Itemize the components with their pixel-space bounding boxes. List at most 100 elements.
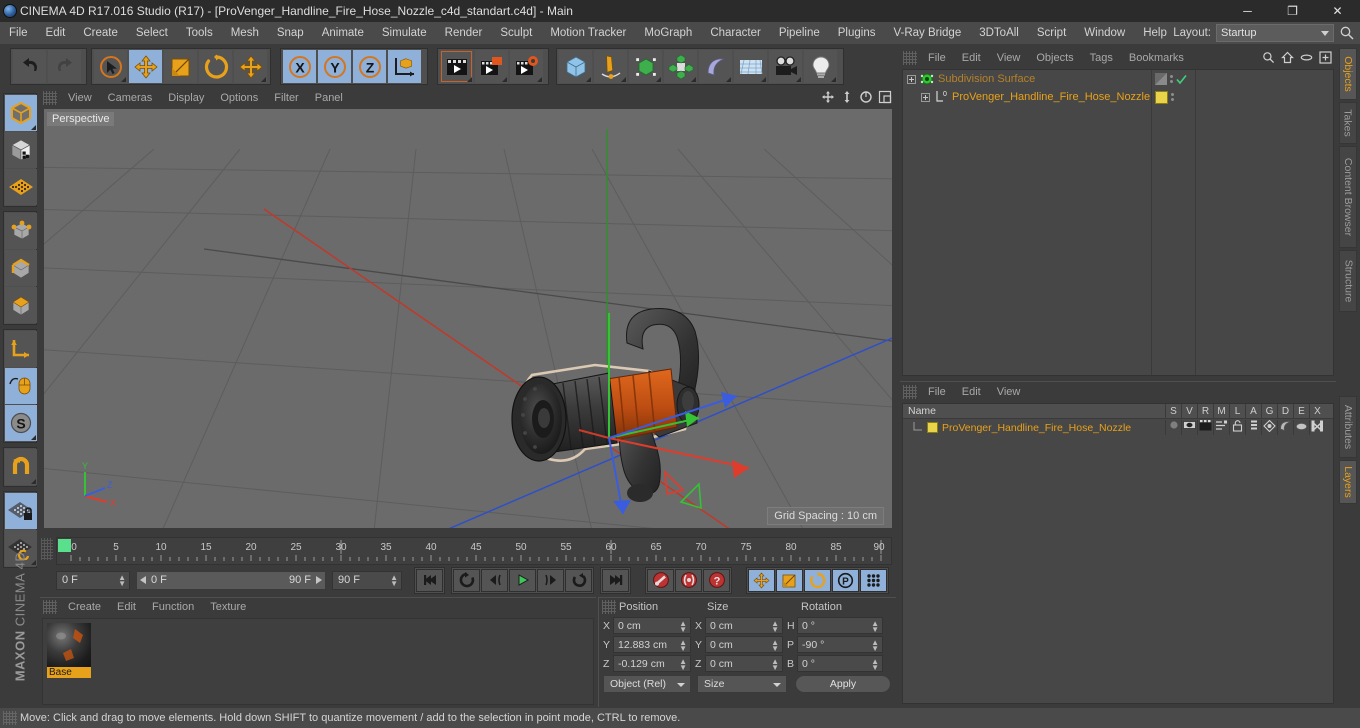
- play-button[interactable]: [509, 568, 536, 592]
- object-tree[interactable]: Subdivision Surface 0 ProVenger_Handline…: [902, 69, 1334, 376]
- menu-plugins[interactable]: Plugins: [829, 22, 885, 44]
- tab-takes[interactable]: Takes: [1339, 102, 1357, 144]
- texture-mode-button[interactable]: [5, 169, 37, 205]
- tab-attributes[interactable]: Attributes: [1339, 396, 1357, 458]
- spinner-icon[interactable]: ▲ ▼: [771, 639, 779, 653]
- cell-m[interactable]: [1213, 420, 1229, 435]
- material-menu-function[interactable]: Function: [144, 598, 202, 616]
- material-tag-icon[interactable]: [1155, 90, 1168, 104]
- object-dots-icon[interactable]: [1171, 93, 1174, 101]
- pan-view-icon[interactable]: [821, 90, 835, 104]
- object-row-fire-hose-nozzle[interactable]: 0 ProVenger_Handline_Fire_Hose_Nozzle: [903, 88, 1333, 106]
- current-frame-field[interactable]: 0 F ▲ ▼: [56, 570, 130, 590]
- menu-edit[interactable]: Edit: [37, 22, 75, 44]
- timeline-ruler[interactable]: 0 5 10 15 20 25 30 35 40 45 50 55 60 65 70 75 80 85 90: [56, 537, 892, 565]
- play-reverse-loop-button[interactable]: [453, 568, 480, 592]
- tab-layers[interactable]: Layers: [1339, 460, 1357, 504]
- menu-select[interactable]: Select: [127, 22, 177, 44]
- spinner-icon[interactable]: ▲ ▼: [390, 573, 398, 587]
- object-menu-tags[interactable]: Tags: [1082, 48, 1121, 68]
- menu-create[interactable]: Create: [74, 22, 127, 44]
- attribute-menu-edit[interactable]: Edit: [954, 382, 989, 402]
- add-cube-button[interactable]: [559, 50, 592, 83]
- size-y-field[interactable]: 0 cm ▲ ▼: [705, 636, 783, 653]
- position-key-button[interactable]: [748, 568, 775, 592]
- range-right-arrow-icon[interactable]: [314, 576, 322, 584]
- panel-grip-icon[interactable]: [602, 600, 616, 614]
- range-left-arrow-icon[interactable]: [140, 576, 148, 584]
- panel-grip-icon[interactable]: [43, 600, 57, 614]
- menu-tools[interactable]: Tools: [177, 22, 222, 44]
- menu-character[interactable]: Character: [701, 22, 770, 44]
- menu-3dtoall[interactable]: 3DToAll: [970, 22, 1028, 44]
- render-settings-button[interactable]: [510, 50, 543, 83]
- coordinate-mode-dropdown[interactable]: Object (Rel): [603, 675, 691, 693]
- add-deformer-button[interactable]: [699, 50, 732, 83]
- model-mode-button[interactable]: [5, 132, 37, 168]
- ellipse-icon[interactable]: [1300, 51, 1313, 64]
- material-menu-create[interactable]: Create: [60, 598, 109, 616]
- edges-mode-button[interactable]: [5, 250, 37, 286]
- object-menu-edit[interactable]: Edit: [954, 48, 989, 68]
- select-tool-button[interactable]: [94, 50, 127, 83]
- free-move-tool-button[interactable]: [234, 50, 267, 83]
- fire-hose-nozzle-model[interactable]: [44, 109, 892, 531]
- cell-d[interactable]: [1277, 420, 1293, 435]
- spinner-icon[interactable]: ▲ ▼: [871, 620, 879, 634]
- viewport-solo-button[interactable]: [5, 368, 37, 404]
- cell-l[interactable]: [1229, 420, 1245, 435]
- maximize-view-icon[interactable]: [878, 90, 892, 104]
- add-light-button[interactable]: [804, 50, 837, 83]
- spinner-icon[interactable]: ▲ ▼: [118, 573, 126, 587]
- expand-toggle-icon[interactable]: [907, 74, 916, 84]
- material-list[interactable]: Base: [42, 618, 594, 705]
- menu-sculpt[interactable]: Sculpt: [491, 22, 541, 44]
- editable-object-button[interactable]: [5, 95, 37, 131]
- tab-content-browser[interactable]: Content Browser: [1339, 146, 1357, 248]
- step-back-button[interactable]: [481, 568, 508, 592]
- render-view-button[interactable]: [440, 50, 473, 83]
- menu-help[interactable]: Help: [1134, 22, 1176, 44]
- add-nurbs-button[interactable]: [629, 50, 662, 83]
- material-menu-texture[interactable]: Texture: [202, 598, 254, 616]
- menu-motion-tracker[interactable]: Motion Tracker: [541, 22, 635, 44]
- object-menu-view[interactable]: View: [989, 48, 1029, 68]
- tab-structure[interactable]: Structure: [1339, 250, 1357, 312]
- spinner-icon[interactable]: ▲ ▼: [771, 658, 779, 672]
- viewport-menu-cameras[interactable]: Cameras: [100, 89, 161, 107]
- panel-grip-icon[interactable]: [903, 51, 917, 65]
- dolly-view-icon[interactable]: [840, 90, 854, 104]
- size-x-field[interactable]: 0 cm ▲ ▼: [705, 617, 783, 634]
- viewport-menu-filter[interactable]: Filter: [266, 89, 306, 107]
- scale-key-button[interactable]: [776, 568, 803, 592]
- add-spline-button[interactable]: [594, 50, 627, 83]
- step-forward-button[interactable]: [537, 568, 564, 592]
- check-icon[interactable]: [1176, 74, 1187, 85]
- spinner-icon[interactable]: ▲ ▼: [679, 658, 687, 672]
- panel-grip-icon[interactable]: [3, 711, 17, 725]
- object-menu-file[interactable]: File: [920, 48, 954, 68]
- cell-a[interactable]: [1245, 420, 1261, 435]
- points-mode-button[interactable]: [5, 213, 37, 249]
- scale-tool-button[interactable]: [164, 50, 197, 83]
- menu-simulate[interactable]: Simulate: [373, 22, 436, 44]
- timeline-grip-icon[interactable]: [41, 538, 53, 560]
- add-layer-icon[interactable]: [1319, 51, 1332, 64]
- add-camera-button[interactable]: [769, 50, 802, 83]
- menu-pipeline[interactable]: Pipeline: [770, 22, 829, 44]
- material-menu-edit[interactable]: Edit: [109, 598, 144, 616]
- cell-g[interactable]: [1261, 419, 1277, 435]
- magnet-tool-button[interactable]: [5, 449, 37, 485]
- search-icon[interactable]: [1262, 51, 1275, 64]
- lock-z-button[interactable]: Z: [353, 50, 386, 83]
- menu-mesh[interactable]: Mesh: [222, 22, 268, 44]
- axis-mode-button[interactable]: [5, 331, 37, 367]
- menu-snap[interactable]: Snap: [268, 22, 313, 44]
- object-menu-objects[interactable]: Objects: [1028, 48, 1081, 68]
- menu-script[interactable]: Script: [1028, 22, 1075, 44]
- menu-file[interactable]: File: [0, 22, 37, 44]
- panel-grip-icon[interactable]: [43, 91, 57, 105]
- add-floor-button[interactable]: [734, 50, 767, 83]
- record-keyframe-button[interactable]: [647, 568, 674, 592]
- object-visibility-icon[interactable]: [1155, 73, 1167, 85]
